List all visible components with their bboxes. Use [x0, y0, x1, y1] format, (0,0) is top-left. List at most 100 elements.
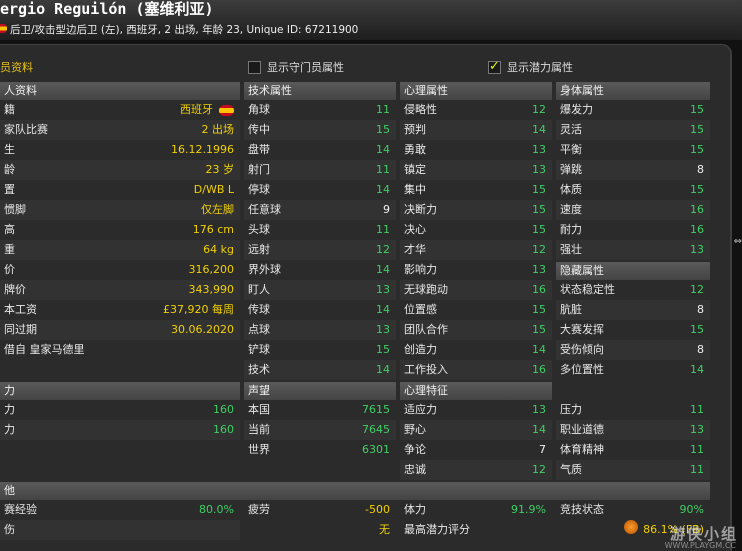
reputation-row-value: 7615: [362, 400, 390, 420]
pressure-row-value-text: 13: [690, 423, 704, 436]
other-row-value-text: 80.0%: [199, 503, 234, 516]
mental-row: 决心 15: [400, 220, 552, 240]
physical-row-label: 体质: [560, 183, 582, 196]
hidden-row-label: 大赛发挥: [560, 323, 604, 336]
nationality-flag-icon: [0, 24, 7, 33]
mental-row-value: 15: [532, 220, 546, 240]
other-row-label: 伤: [4, 523, 15, 536]
mental-row-value-text: 16: [532, 283, 546, 296]
technical-row-value: 14: [376, 300, 390, 320]
technical-row-value: 13: [376, 280, 390, 300]
mental-row-value-text: 15: [532, 323, 546, 336]
side-expand-icon[interactable]: ⇔: [734, 236, 742, 247]
technical-row-value-text: 15: [376, 123, 390, 136]
player-header: ergio Reguilón (塞维利亚) 后卫/攻击型边后卫 (左), 西班牙…: [0, 0, 742, 40]
hidden-row-value: 8: [697, 300, 704, 320]
personal-row: 龄 23 岁: [0, 160, 240, 180]
mental-trait-row-label: 适应力: [404, 403, 437, 416]
mental-row: 预判 14: [400, 120, 552, 140]
mental-trait-row-value: 12: [532, 460, 546, 480]
personal-row: 价 316,200: [0, 260, 240, 280]
technical-row-label: 传中: [248, 123, 270, 136]
stamina-row: 体力 91.9%: [400, 500, 552, 520]
loan-from-row[interactable]: 借自 皇家马德里: [0, 340, 240, 360]
personal-row: 家队比赛 2 出场: [0, 120, 240, 140]
mental-row-value-text: 13: [532, 263, 546, 276]
pressure-row-value: 13: [690, 420, 704, 440]
personal-row-value: 343,990: [189, 280, 235, 300]
loan-from-link[interactable]: 借自 皇家马德里: [4, 340, 85, 360]
personal-row-value-text: £37,920 每周: [163, 303, 234, 316]
personal-row-label: 同过期: [4, 323, 37, 336]
personal-row-value: 176 cm: [193, 220, 234, 240]
mental-row-label: 集中: [404, 183, 426, 196]
technical-row: 角球 11: [244, 100, 396, 120]
ability-row-value: 160: [213, 420, 234, 440]
mental-trait-row: 忠诚 12: [400, 460, 552, 480]
mental-trait-row-label: 野心: [404, 423, 426, 436]
ability-row-value-text: 160: [213, 403, 234, 416]
mental-row-value-text: 14: [532, 123, 546, 136]
technical-row: 头球 11: [244, 220, 396, 240]
ability-header: 力: [0, 382, 240, 400]
personal-row-value: 64 kg: [203, 240, 234, 260]
reputation-header: 声望: [244, 382, 396, 400]
ability-row-value: 160: [213, 400, 234, 420]
mental-row-value: 13: [532, 260, 546, 280]
technical-row-label: 界外球: [248, 263, 281, 276]
physical-row-value: 15: [690, 100, 704, 120]
technical-row: 铲球 15: [244, 340, 396, 360]
technical-row-value: 11: [376, 160, 390, 180]
personal-row-label: 龄: [4, 163, 15, 176]
mental-row-label: 创造力: [404, 343, 437, 356]
personal-row-value-text: 343,990: [188, 283, 235, 296]
personal-row-label: 重: [4, 243, 15, 256]
show-gk-attributes-checkbox[interactable]: [248, 61, 261, 74]
personal-row-label: 生: [4, 143, 15, 156]
show-potential-checkbox[interactable]: ✓: [488, 60, 501, 74]
physical-row-label: 速度: [560, 203, 582, 216]
mental-row-label: 决断力: [404, 203, 437, 216]
physical-row-value-text: 15: [690, 143, 704, 156]
personal-row-value: 仅左脚: [201, 200, 234, 220]
physical-row-value-text: 15: [690, 183, 704, 196]
technical-row-label: 盯人: [248, 283, 270, 296]
mental-row-label: 决心: [404, 223, 426, 236]
physical-row-value: 16: [690, 220, 704, 240]
personal-row: 本工资 £37,920 每周: [0, 300, 240, 320]
player-subline: 后卫/攻击型边后卫 (左), 西班牙, 2 出场, 年龄 23, Unique …: [10, 24, 359, 36]
personal-row: 惯脚 仅左脚: [0, 200, 240, 220]
physical-row-value: 8: [697, 160, 704, 180]
mental-row-value: 15: [532, 180, 546, 200]
pressure-row-value: 11: [690, 440, 704, 460]
hidden-row-label: 肮脏: [560, 303, 582, 316]
personal-row-label: 家队比赛: [4, 123, 48, 136]
technical-row-value-text: 11: [376, 223, 390, 236]
physical-row-value: 15: [690, 120, 704, 140]
technical-row-label: 传球: [248, 303, 270, 316]
pressure-row-value-text: 11: [690, 463, 704, 476]
technical-row-value: 14: [376, 140, 390, 160]
personal-row-value: 西班牙: [180, 100, 234, 120]
technical-row: 任意球 9: [244, 200, 396, 220]
personal-row-value: 30.06.2020: [171, 320, 234, 340]
other-row-value: 80.0%: [199, 500, 234, 520]
ability-row-label: 力: [4, 423, 15, 436]
mental-row-value: 14: [532, 120, 546, 140]
other-row-label: 赛经验: [4, 503, 37, 516]
mental-row: 镇定 13: [400, 160, 552, 180]
max-potential-label: 最高潜力评分: [404, 523, 470, 536]
technical-row-value: 12: [376, 240, 390, 260]
technical-row: 停球 14: [244, 180, 396, 200]
reputation-row: 世界 6301: [244, 440, 396, 460]
reputation-row-value: 7645: [362, 420, 390, 440]
technical-row-value-text: 12: [376, 243, 390, 256]
ability-row: 力 160: [0, 400, 240, 420]
mental-row-label: 无球跑动: [404, 283, 448, 296]
mental-row: 工作投入 16: [400, 360, 552, 380]
mental-row: 勇敢 13: [400, 140, 552, 160]
mental-header: 心理属性: [400, 82, 552, 100]
stamina-label: 体力: [404, 503, 426, 516]
personal-row-value: 2 出场: [202, 120, 235, 140]
technical-row: 技术 14: [244, 360, 396, 380]
